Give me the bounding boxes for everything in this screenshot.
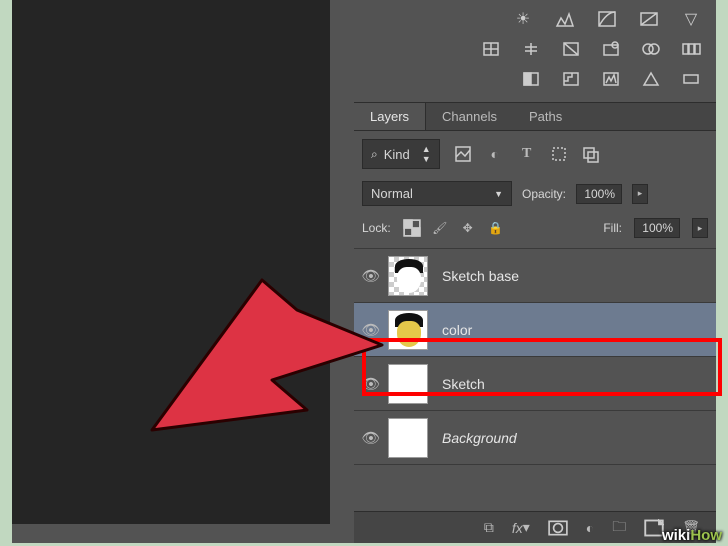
lock-icons: 🖌 ✥ 🔒 — [403, 219, 505, 237]
lock-transparent-icon[interactable] — [403, 219, 421, 237]
tab-channels[interactable]: Channels — [426, 103, 513, 130]
visibility-toggle[interactable]: 👁 — [354, 267, 388, 285]
curves-icon[interactable] — [594, 8, 620, 30]
blend-mode-dropdown[interactable]: Normal ▼ — [362, 181, 512, 206]
filter-kind-label: Kind — [384, 147, 410, 162]
layer-row[interactable]: 👁 Sketch — [354, 357, 716, 411]
opacity-label: Opacity: — [522, 187, 566, 201]
threshold-icon[interactable] — [598, 68, 624, 90]
bw-icon[interactable] — [558, 38, 584, 60]
filter-kind-dropdown[interactable]: ⌕ Kind ▲▼ — [362, 139, 440, 169]
filter-shape-icon[interactable] — [550, 145, 568, 163]
exposure-icon[interactable] — [636, 8, 662, 30]
search-icon: ⌕ — [371, 147, 378, 162]
adjustments-row-3 — [354, 64, 716, 94]
layer-name[interactable]: Background — [442, 430, 517, 446]
filter-type-icon[interactable]: T — [518, 145, 536, 163]
lock-label: Lock: — [362, 221, 391, 235]
app-frame: ☀ ▽ Layers Channels Paths — [12, 0, 716, 543]
chevron-down-icon: ▼ — [494, 189, 503, 199]
filter-smart-icon[interactable] — [582, 145, 600, 163]
gradient-map-icon[interactable] — [678, 68, 704, 90]
watermark: wikiHow — [662, 527, 722, 544]
blend-mode-value: Normal — [371, 186, 413, 201]
visibility-toggle[interactable]: 👁 — [354, 321, 388, 339]
adjustments-row-2 — [354, 34, 716, 64]
layer-thumbnail[interactable] — [388, 364, 428, 404]
filter-pixel-icon[interactable] — [454, 145, 472, 163]
layer-thumbnail[interactable] — [388, 418, 428, 458]
selective-color-icon[interactable] — [638, 68, 664, 90]
fill-label: Fill: — [603, 221, 622, 235]
color-lookup-icon[interactable] — [678, 38, 704, 60]
color-balance-icon[interactable] — [518, 38, 544, 60]
posterize-icon[interactable] — [558, 68, 584, 90]
channel-mixer-icon[interactable] — [638, 38, 664, 60]
layer-name[interactable]: color — [442, 322, 472, 338]
blend-bar: Normal ▼ Opacity: 100% ▸ — [354, 177, 716, 214]
layer-row[interactable]: 👁 Background — [354, 411, 716, 465]
layer-mask-icon[interactable] — [548, 519, 568, 537]
lock-pixels-icon[interactable]: 🖌 — [431, 219, 449, 237]
invert-icon[interactable] — [518, 68, 544, 90]
fill-dropdown[interactable]: ▸ — [692, 218, 708, 238]
layer-fx-icon[interactable]: fx▾ — [512, 519, 530, 536]
visibility-toggle[interactable]: 👁 — [354, 429, 388, 447]
opacity-dropdown[interactable]: ▸ — [632, 184, 648, 204]
lock-bar: Lock: 🖌 ✥ 🔒 Fill: 100% ▸ — [354, 214, 716, 248]
watermark-pre: wiki — [662, 527, 690, 544]
fill-value[interactable]: 100% — [634, 218, 680, 238]
chevron-updown-icon: ▲▼ — [422, 144, 431, 164]
lock-all-icon[interactable]: 🔒 — [487, 219, 505, 237]
hue-sat-icon[interactable] — [478, 38, 504, 60]
adjustment-layer-icon[interactable]: ◐ — [586, 520, 594, 536]
layer-name[interactable]: Sketch base — [442, 268, 519, 284]
visibility-toggle[interactable]: 👁 — [354, 375, 388, 393]
watermark-post: How — [690, 527, 722, 544]
levels-icon[interactable] — [552, 8, 578, 30]
vibrance-icon[interactable]: ▽ — [678, 8, 704, 30]
opacity-value[interactable]: 100% — [576, 184, 622, 204]
link-layers-icon[interactable]: ⧉ — [484, 519, 494, 536]
lock-position-icon[interactable]: ✥ — [459, 219, 477, 237]
layer-row[interactable]: 👁 Sketch base — [354, 249, 716, 303]
filter-adjust-icon[interactable]: ◐ — [486, 145, 504, 163]
layer-group-icon[interactable]: 🗀 — [612, 516, 626, 540]
adjustments-row-1: ☀ ▽ — [354, 0, 716, 34]
brightness-icon[interactable]: ☀ — [510, 8, 536, 30]
layer-thumbnail[interactable] — [388, 310, 428, 350]
right-panel: ☀ ▽ Layers Channels Paths — [354, 0, 716, 543]
tab-paths[interactable]: Paths — [513, 103, 578, 130]
layer-filter-bar: ⌕ Kind ▲▼ ◐ T — [354, 131, 716, 177]
layer-name[interactable]: Sketch — [442, 376, 485, 392]
photo-filter-icon[interactable] — [598, 38, 624, 60]
layer-thumbnail[interactable] — [388, 256, 428, 296]
layer-row-selected[interactable]: 👁 color — [354, 303, 716, 357]
tab-layers[interactable]: Layers — [354, 103, 426, 130]
document-canvas[interactable] — [12, 0, 330, 524]
layer-list: 👁 Sketch base 👁 color 👁 Sketch 👁 — [354, 248, 716, 465]
panel-tabs: Layers Channels Paths — [354, 102, 716, 131]
